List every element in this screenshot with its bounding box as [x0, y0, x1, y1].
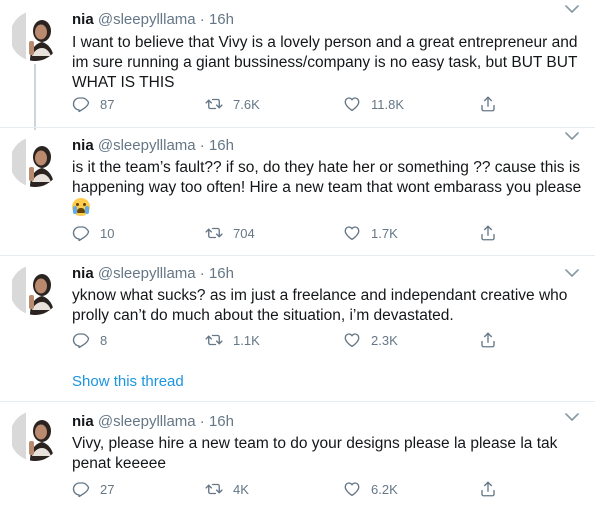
retweet-count: 1.1K	[233, 332, 260, 348]
avatar[interactable]	[10, 11, 60, 61]
retweet-count: 4K	[233, 481, 249, 497]
retweet-icon	[205, 224, 223, 242]
show-thread-link[interactable]: Show this thread	[72, 373, 184, 390]
reply-count: 8	[100, 332, 108, 348]
share-icon	[479, 480, 497, 498]
chevron-down-icon[interactable]	[565, 268, 579, 278]
like-count: 6.2K	[371, 481, 398, 497]
retweet-icon	[205, 331, 223, 349]
heart-icon	[343, 331, 361, 349]
reply-count: 10	[100, 225, 115, 241]
share-icon	[479, 95, 497, 113]
tweet-header: nia @sleepylllama · 16h	[72, 413, 234, 431]
separator-dot: ·	[199, 11, 205, 28]
timestamp[interactable]: 16h	[209, 265, 234, 282]
avatar-image	[10, 411, 60, 461]
loudly-crying-face-icon	[72, 198, 90, 216]
like-button[interactable]: 1.7K	[343, 224, 398, 242]
heart-icon	[343, 224, 361, 242]
timestamp[interactable]: 16h	[209, 137, 234, 154]
retweet-button[interactable]: 1.1K	[205, 331, 260, 349]
tweet-text: Vivy, please hire a new team to do your …	[72, 435, 558, 472]
share-icon	[479, 224, 497, 242]
user-handle[interactable]: @sleepylllama	[98, 137, 196, 154]
retweet-button[interactable]: 7.6K	[205, 95, 260, 113]
reply-icon	[72, 224, 90, 242]
share-button[interactable]	[479, 480, 507, 498]
reply-button[interactable]: 27	[72, 480, 114, 498]
avatar-image	[10, 265, 60, 315]
share-button[interactable]	[479, 224, 507, 242]
heart-icon	[343, 480, 361, 498]
reply-count: 27	[100, 481, 115, 497]
timestamp[interactable]: 16h	[209, 413, 234, 430]
tweet[interactable]: nia @sleepylllama · 16h Vivy, please hir…	[0, 402, 595, 509]
tweet-actions: 10 704 1.7K	[72, 224, 582, 246]
separator-dot: ·	[199, 137, 205, 154]
share-button[interactable]	[479, 95, 507, 113]
chevron-down-icon[interactable]	[565, 412, 579, 422]
avatar-image	[10, 11, 60, 61]
separator-dot: ·	[199, 265, 205, 282]
retweet-count: 7.6K	[233, 96, 260, 112]
reply-button[interactable]: 10	[72, 224, 114, 242]
tweet-actions: 27 4K 6.2K	[72, 480, 582, 502]
chevron-down-icon[interactable]	[565, 4, 579, 14]
reply-button[interactable]: 8	[72, 331, 107, 349]
reply-button[interactable]: 87	[72, 95, 114, 113]
display-name[interactable]: nia	[72, 265, 94, 282]
tweet-actions: 8 1.1K 2.3K	[72, 331, 582, 353]
heart-icon	[343, 95, 361, 113]
display-name[interactable]: nia	[72, 413, 94, 430]
tweet-text-content: is it the team’s fault?? if so, do they …	[72, 159, 582, 196]
retweet-button[interactable]: 704	[205, 224, 255, 242]
separator-dot: ·	[199, 413, 205, 430]
user-handle[interactable]: @sleepylllama	[98, 413, 196, 430]
chevron-down-icon[interactable]	[565, 131, 579, 141]
reply-icon	[72, 331, 90, 349]
reply-icon	[72, 480, 90, 498]
tweet-header: nia @sleepylllama · 16h	[72, 265, 234, 283]
tweet-actions: 87 7.6K 11.8K	[72, 95, 582, 117]
user-handle[interactable]: @sleepylllama	[98, 11, 196, 28]
retweet-icon	[205, 480, 223, 498]
tweet-header: nia @sleepylllama · 16h	[72, 11, 234, 29]
retweet-count: 704	[233, 225, 255, 241]
like-count: 1.7K	[371, 225, 398, 241]
tweet-text: I want to believe that Vivy is a lovely …	[72, 34, 578, 91]
retweet-button[interactable]: 4K	[205, 480, 249, 498]
display-name[interactable]: nia	[72, 137, 94, 154]
display-name[interactable]: nia	[72, 11, 94, 28]
avatar-image	[10, 137, 60, 187]
like-button[interactable]: 6.2K	[343, 480, 398, 498]
share-icon	[479, 331, 497, 349]
user-handle[interactable]: @sleepylllama	[98, 265, 196, 282]
share-button[interactable]	[479, 331, 507, 349]
tweet-text: is it the team’s fault?? if so, do they …	[72, 158, 582, 219]
like-count: 2.3K	[371, 332, 398, 348]
avatar[interactable]	[10, 137, 60, 187]
reply-icon	[72, 95, 90, 113]
retweet-icon	[205, 95, 223, 113]
tweet[interactable]: nia @sleepylllama · 16h I want to believ…	[0, 0, 595, 130]
like-button[interactable]: 2.3K	[343, 331, 398, 349]
like-count: 11.8K	[371, 96, 405, 112]
thread-connector-line	[34, 64, 36, 130]
tweet-text: yknow what sucks? as im just a freelance…	[72, 287, 568, 324]
tweet-header: nia @sleepylllama · 16h	[72, 137, 234, 155]
tweet[interactable]: nia @sleepylllama · 16h is it the team’s…	[0, 128, 595, 255]
avatar[interactable]	[10, 265, 60, 315]
avatar[interactable]	[10, 411, 60, 461]
timestamp[interactable]: 16h	[209, 11, 234, 28]
like-button[interactable]: 11.8K	[343, 95, 404, 113]
reply-count: 87	[100, 96, 115, 112]
